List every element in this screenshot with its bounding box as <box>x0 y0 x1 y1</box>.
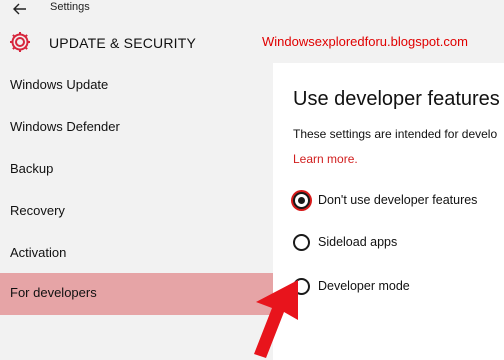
sidebar-item-activation[interactable]: Activation <box>0 233 273 275</box>
sidebar-item-windows-defender[interactable]: Windows Defender <box>0 107 273 149</box>
sidebar-item-label: Backup <box>10 161 54 176</box>
radio-label: Sideload apps <box>318 235 398 249</box>
sidebar-item-for-developers[interactable]: For developers <box>0 273 273 315</box>
learn-more-link[interactable]: Learn more. <box>293 151 358 167</box>
sidebar-item-recovery[interactable]: Recovery <box>0 191 273 233</box>
page-title: UPDATE & SECURITY <box>49 35 197 51</box>
back-arrow-icon <box>13 3 26 15</box>
sidebar-item-label: For developers <box>10 285 97 300</box>
radio-label: Don't use developer features <box>318 193 478 207</box>
sidebar-item-label: Recovery <box>10 203 65 218</box>
radio-button[interactable] <box>293 234 310 251</box>
sidebar: Windows Update Windows Defender Backup R… <box>0 63 273 360</box>
back-button[interactable] <box>8 0 32 18</box>
radio-button-checked[interactable] <box>293 192 310 209</box>
sidebar-item-label: Windows Defender <box>10 119 120 134</box>
radio-label: Developer mode <box>318 279 410 293</box>
sidebar-item-backup[interactable]: Backup <box>0 149 273 191</box>
gear-icon <box>10 32 30 52</box>
title-bar: Settings <box>0 0 504 20</box>
sidebar-item-windows-update[interactable]: Windows Update <box>0 65 273 107</box>
sidebar-item-label: Windows Update <box>10 77 109 92</box>
watermark-text: Windowsexploredforu.blogspot.com <box>262 34 468 49</box>
section-description: These settings are intended for develo <box>293 127 498 141</box>
section-title: Use developer features <box>293 88 500 110</box>
annotation-arrow-icon <box>254 280 298 358</box>
window-title: Settings <box>50 1 90 13</box>
sidebar-item-label: Activation <box>10 245 67 260</box>
